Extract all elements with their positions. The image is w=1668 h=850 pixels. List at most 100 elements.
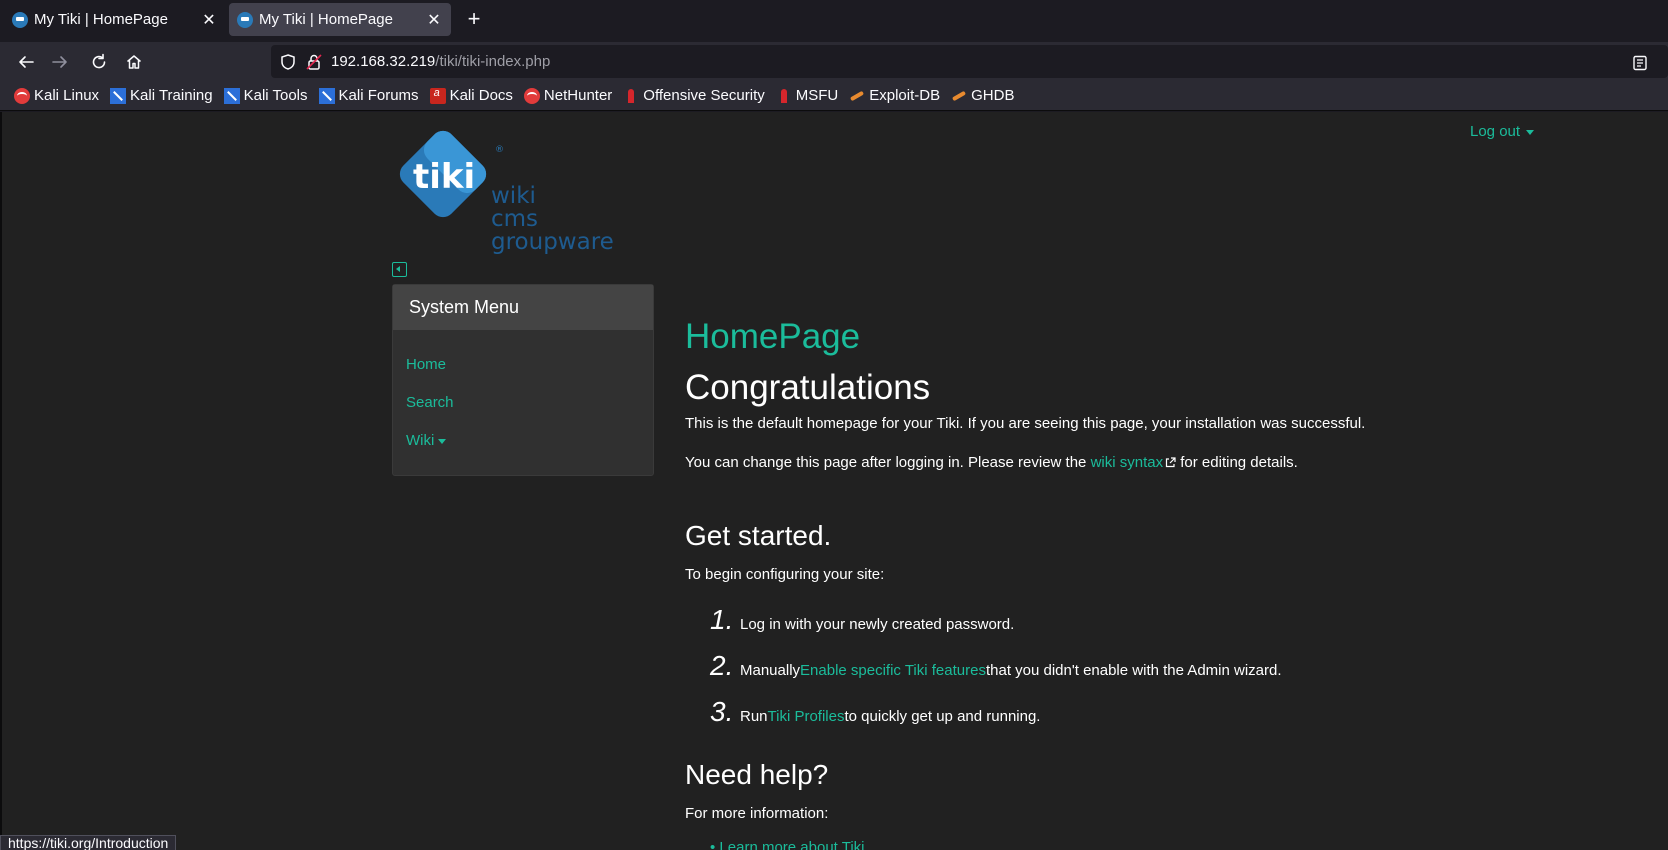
step-number: 2. <box>710 650 734 681</box>
bookmarks-toolbar: Kali Linux Kali Training Kali Tools Kali… <box>0 81 1668 111</box>
step-text-before: Run <box>740 708 768 725</box>
menu-item-home[interactable]: Home <box>393 356 653 394</box>
external-link-icon <box>1165 457 1176 468</box>
page-title[interactable]: HomePage <box>685 317 860 357</box>
bookmark-label: GHDB <box>971 87 1015 104</box>
wiki-syntax-link[interactable]: wiki syntax <box>1091 454 1164 471</box>
url-text: 192.168.32.219/tiki/tiki-index.php <box>331 53 550 70</box>
bookmark-nethunter[interactable]: NetHunter <box>523 87 613 104</box>
close-tab-icon[interactable]: ✕ <box>200 10 218 30</box>
step-text-after: to quickly get up and running. <box>844 708 1041 725</box>
web-page: tiki ® wiki cms groupware Log out System… <box>0 112 1668 850</box>
bookmark-ghdb[interactable]: GHDB <box>951 87 1014 104</box>
arrow-left-icon <box>19 56 34 68</box>
system-menu-module: System Menu Home Search Wiki <box>392 284 654 476</box>
system-menu-list: Home Search Wiki <box>393 330 653 470</box>
navigation-toolbar: 192.168.32.219/tiki/tiki-index.php <box>0 42 1668 81</box>
kali-docs-icon <box>429 87 446 104</box>
insecure-lock-icon[interactable] <box>305 53 323 71</box>
url-bar[interactable]: 192.168.32.219/tiki/tiki-index.php <box>271 45 1668 78</box>
bookmark-kali-linux[interactable]: Kali Linux <box>14 87 99 104</box>
bookmark-label: Kali Linux <box>34 87 100 104</box>
tab-title: My Tiki | HomePage <box>34 11 168 28</box>
bookmark-label: MSFU <box>795 87 839 104</box>
menu-item-search[interactable]: Search <box>393 394 653 432</box>
caret-down-icon <box>1526 129 1535 135</box>
bookmark-msfu[interactable]: MSFU <box>776 87 839 104</box>
bookmark-kali-forums[interactable]: Kali Forums <box>318 87 419 104</box>
change-text-before: You can change this page after logging i… <box>685 454 1091 471</box>
step-item: 1. Log in with your newly created passwor… <box>710 604 1014 636</box>
help-intro: For more information: <box>685 805 829 822</box>
step-number: 1. <box>710 604 734 635</box>
bookmark-label: Kali Forums <box>338 87 419 104</box>
browser-tab-1[interactable]: My Tiki | HomePage ✕ <box>4 3 226 36</box>
url-path: /tiki/tiki-index.php <box>435 53 551 70</box>
bookmark-kali-training[interactable]: Kali Training <box>110 87 213 104</box>
bookmark-label: Offensive Security <box>643 87 765 104</box>
enable-features-link[interactable]: Enable specific Tiki features <box>800 662 986 679</box>
reload-icon <box>92 53 106 69</box>
tab-strip: My Tiki | HomePage ✕ My Tiki | HomePage … <box>0 0 1668 38</box>
bookmark-label: NetHunter <box>543 87 613 104</box>
learn-more-link[interactable]: • Learn more about Tiki <box>710 839 865 850</box>
caret-down-icon <box>438 438 447 444</box>
bookmark-exploit-db[interactable]: Exploit-DB <box>849 87 940 104</box>
tiki-favicon-icon <box>12 11 28 28</box>
tracking-shield-icon[interactable] <box>279 53 297 71</box>
kali-dragon-icon <box>14 87 30 104</box>
logout-dropdown[interactable]: Log out <box>1470 123 1535 140</box>
menu-item-label: Search <box>406 394 454 411</box>
heading-need-help: Need help? <box>685 759 829 790</box>
arrow-right-icon <box>52 56 67 68</box>
logout-label: Log out <box>1470 123 1521 140</box>
step-item: 3. Run Tiki Profiles to quickly get up an… <box>710 696 1040 728</box>
kali-tools-icon <box>223 87 240 104</box>
tiki-profiles-link[interactable]: Tiki Profiles <box>768 708 845 725</box>
url-host: 192.168.32.219 <box>331 53 436 70</box>
exploit-db-icon <box>849 88 865 104</box>
heading-congratulations: Congratulations <box>685 368 931 407</box>
reader-view-icon[interactable] <box>1632 55 1648 71</box>
new-tab-button[interactable]: + <box>462 6 486 32</box>
logo-tagline-3: groupware <box>491 229 614 255</box>
intro-paragraph: This is the default homepage for your Ti… <box>685 415 1366 432</box>
back-button[interactable] <box>12 48 40 76</box>
tab-title: My Tiki | HomePage <box>259 11 393 28</box>
bookmark-offensive-security[interactable]: Offensive Security <box>623 87 765 104</box>
kali-tools-icon <box>318 87 335 104</box>
bookmark-label: Exploit-DB <box>869 87 941 104</box>
change-text-after: for editing details. <box>1176 454 1298 471</box>
step-text-after: that you didn't enable with the Admin wi… <box>985 662 1282 679</box>
bookmark-kali-tools[interactable]: Kali Tools <box>223 87 308 104</box>
heading-get-started: Get started. <box>685 520 832 551</box>
step-text-before: Manually <box>740 662 801 679</box>
menu-item-label: Home <box>406 356 447 373</box>
bookmark-label: Kali Docs <box>449 87 513 104</box>
close-tab-icon[interactable]: ✕ <box>425 10 443 30</box>
tiki-logo[interactable]: tiki ® wiki cms groupware <box>391 122 636 257</box>
system-menu-title: System Menu <box>393 285 653 330</box>
collapse-sidebar-icon[interactable] <box>392 262 407 277</box>
forward-button[interactable] <box>46 48 74 76</box>
menu-item-label: Wiki <box>406 432 435 449</box>
bookmark-label: Kali Tools <box>243 87 308 104</box>
kali-dragon-icon <box>523 87 540 104</box>
reload-button[interactable] <box>85 48 113 76</box>
browser-tab-2[interactable]: My Tiki | HomePage ✕ <box>229 3 451 36</box>
get-started-intro: To begin configuring your site: <box>685 566 885 583</box>
link-status-bar: https://tiki.org/Introduction <box>0 835 177 850</box>
menu-item-wiki[interactable]: Wiki <box>393 432 653 470</box>
learn-more-label: Learn more about Tiki <box>719 839 865 850</box>
svg-text:®: ® <box>495 145 504 155</box>
change-paragraph: You can change this page after logging i… <box>685 454 1298 471</box>
exploit-db-icon <box>951 88 967 104</box>
home-button[interactable] <box>120 48 148 76</box>
tiki-favicon-icon <box>237 11 253 28</box>
logo-word: tiki <box>413 157 475 197</box>
step-item: 2. Manually Enable specific Tiki features… <box>710 650 1282 682</box>
step-number: 3. <box>710 696 734 727</box>
bookmark-kali-docs[interactable]: Kali Docs <box>429 87 513 104</box>
home-icon <box>127 55 141 69</box>
offsec-icon <box>776 88 792 104</box>
